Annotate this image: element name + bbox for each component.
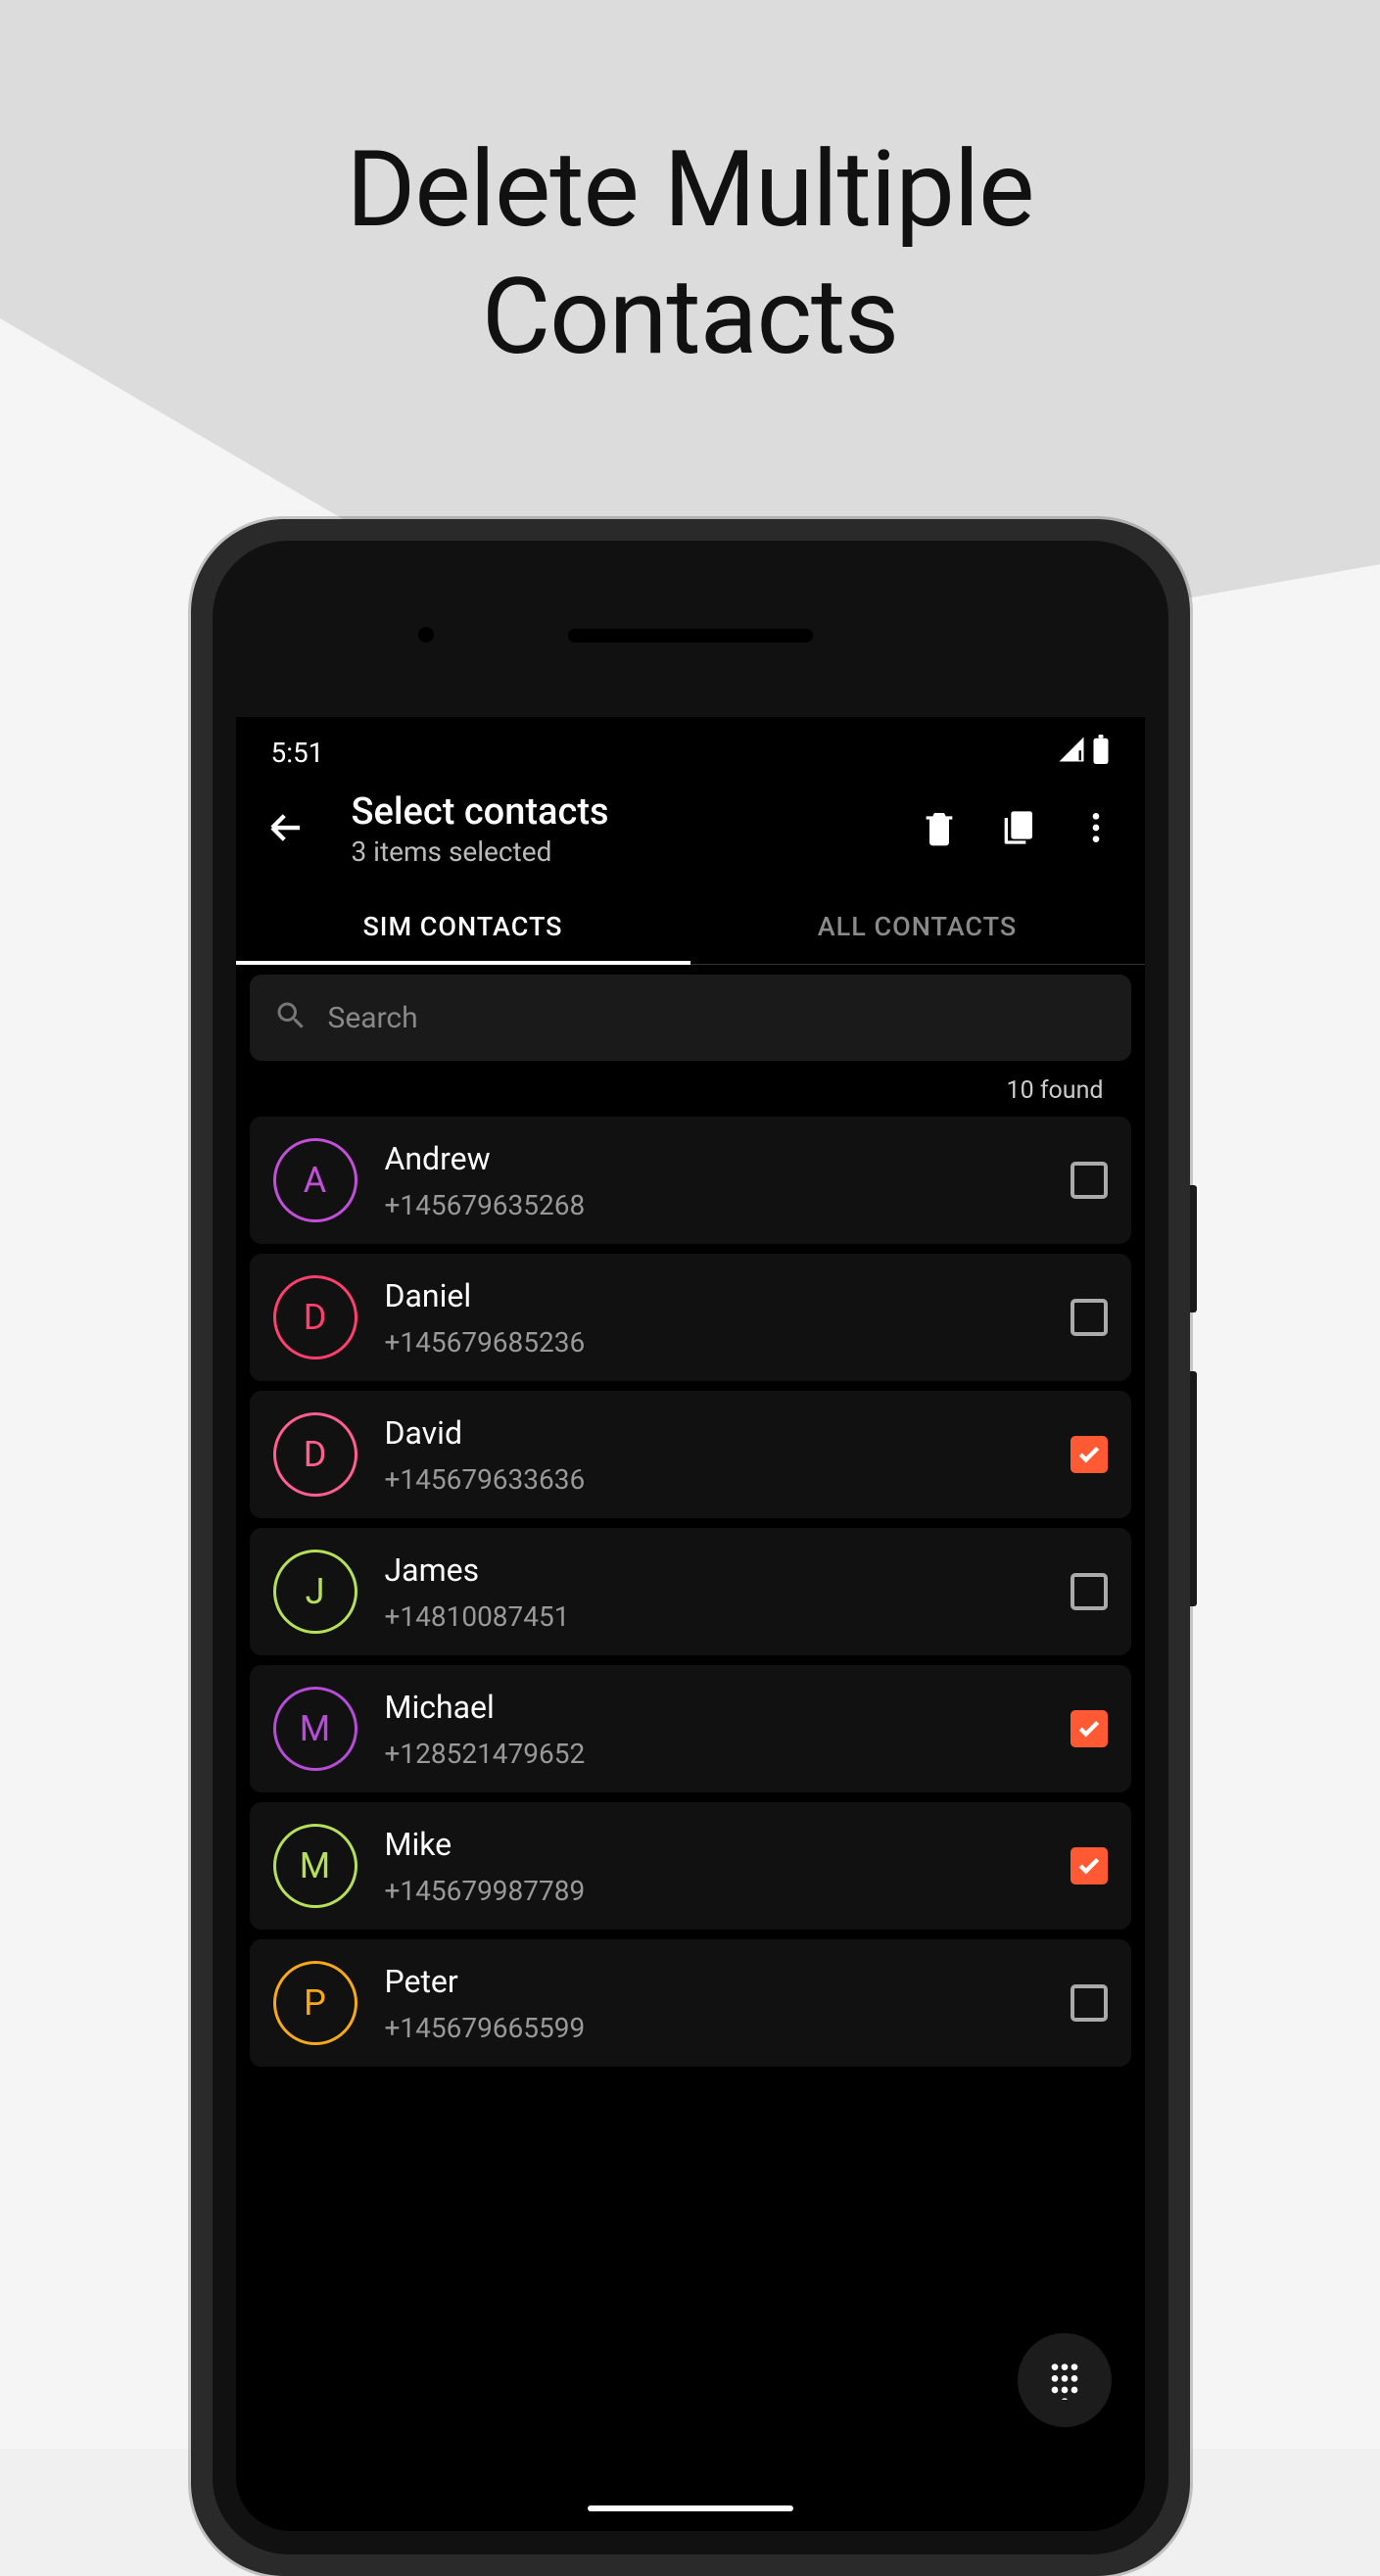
search-icon (273, 998, 309, 1037)
contact-checkbox[interactable] (1071, 1984, 1108, 2022)
contact-info: David +145679633636 (385, 1414, 1043, 1496)
battery-icon (1092, 735, 1110, 771)
contact-avatar: J (273, 1550, 357, 1634)
more-button[interactable] (1076, 808, 1116, 851)
contact-name: Andrew (385, 1140, 1043, 1177)
contact-checkbox[interactable] (1071, 1299, 1108, 1336)
phone-camera (418, 627, 434, 643)
contact-checkbox[interactable] (1071, 1436, 1108, 1473)
nav-handle[interactable] (588, 2505, 793, 2511)
contact-avatar: P (273, 1961, 357, 2045)
app-bar: Select contacts 3 items selected (236, 781, 1145, 885)
search-input[interactable]: Search (250, 975, 1131, 1061)
contact-info: Daniel +145679685236 (385, 1277, 1043, 1359)
contact-avatar: D (273, 1275, 357, 1360)
tab-sim-contacts[interactable]: SIM CONTACTS (236, 885, 690, 964)
contact-phone: +14810087451 (385, 1600, 1043, 1633)
contact-avatar: D (273, 1412, 357, 1497)
contact-phone: +145679987789 (385, 1875, 1043, 1907)
contact-phone: +145679633636 (385, 1463, 1043, 1496)
screen: 5:51 Select contacts 3 items selected (236, 717, 1145, 2531)
contact-name: James (385, 1551, 1043, 1589)
contact-name: David (385, 1414, 1043, 1452)
contact-info: Peter +145679665599 (385, 1963, 1043, 2044)
contact-checkbox[interactable] (1071, 1573, 1108, 1610)
status-bar: 5:51 (236, 717, 1145, 781)
phone-frame: 5:51 Select contacts 3 items selected (191, 519, 1190, 2576)
contact-avatar: A (273, 1138, 357, 1222)
phone-side-button (1190, 1185, 1197, 1312)
signal-icon (1057, 735, 1086, 771)
contact-name: Michael (385, 1689, 1043, 1726)
tab-all-contacts[interactable]: ALL CONTACTS (690, 885, 1145, 964)
promo-title-line1: Delete Multiple (0, 127, 1380, 255)
contact-checkbox[interactable] (1071, 1162, 1108, 1199)
contact-row[interactable]: J James +14810087451 (250, 1528, 1131, 1655)
contact-phone: +128521479652 (385, 1738, 1043, 1770)
search-placeholder: Search (328, 1001, 418, 1035)
contact-phone: +145679685236 (385, 1326, 1043, 1359)
status-time: 5:51 (271, 737, 324, 769)
contact-list: A Andrew +145679635268 D Daniel +145679685236… (250, 1117, 1131, 2067)
copy-button[interactable] (998, 808, 1037, 851)
contact-row[interactable]: D David +145679633636 (250, 1391, 1131, 1518)
tabs: SIM CONTACTS ALL CONTACTS (236, 885, 1145, 965)
contact-name: Mike (385, 1826, 1043, 1863)
contact-row[interactable]: M Michael +128521479652 (250, 1665, 1131, 1792)
app-bar-title: Select contacts (352, 790, 875, 834)
contact-row[interactable]: D Daniel +145679685236 (250, 1254, 1131, 1381)
dialpad-button[interactable] (1018, 2333, 1112, 2427)
contact-row[interactable]: M Mike +145679987789 (250, 1802, 1131, 1930)
contact-avatar: M (273, 1824, 357, 1908)
contact-row[interactable]: A Andrew +145679635268 (250, 1117, 1131, 1244)
phone-side-button (1190, 1371, 1197, 1606)
contact-avatar: M (273, 1687, 357, 1771)
contact-info: Andrew +145679635268 (385, 1140, 1043, 1221)
delete-button[interactable] (920, 808, 959, 851)
contact-checkbox[interactable] (1071, 1847, 1108, 1884)
phone-speaker (568, 629, 813, 643)
back-button[interactable] (265, 807, 307, 852)
found-count: 10 found (250, 1061, 1131, 1117)
promo-title: Delete Multiple Contacts (0, 127, 1380, 381)
app-bar-subtitle: 3 items selected (352, 835, 875, 868)
contact-row[interactable]: P Peter +145679665599 (250, 1939, 1131, 2067)
promo-title-line2: Contacts (0, 255, 1380, 382)
contact-phone: +145679665599 (385, 2012, 1043, 2044)
contact-phone: +145679635268 (385, 1189, 1043, 1221)
contact-name: Daniel (385, 1277, 1043, 1314)
contact-name: Peter (385, 1963, 1043, 2000)
contact-info: Mike +145679987789 (385, 1826, 1043, 1907)
contact-info: James +14810087451 (385, 1551, 1043, 1633)
contact-checkbox[interactable] (1071, 1710, 1108, 1747)
contact-info: Michael +128521479652 (385, 1689, 1043, 1770)
